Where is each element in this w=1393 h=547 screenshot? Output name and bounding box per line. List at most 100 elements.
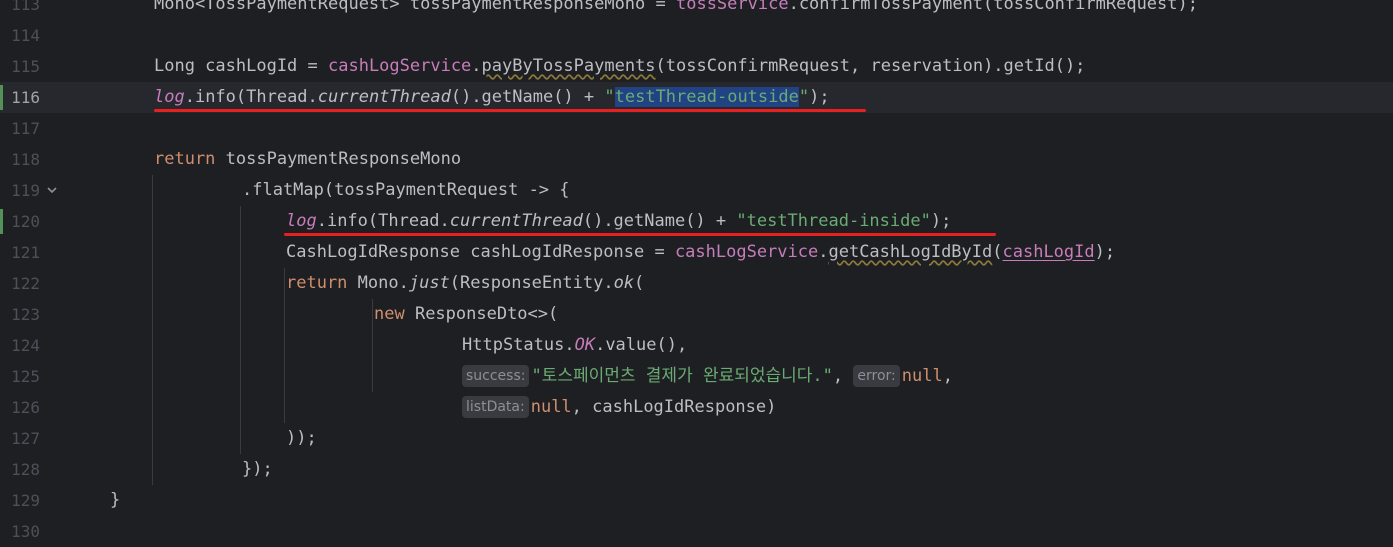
gutter[interactable]: 121 — [0, 237, 64, 268]
line-number: 122 — [11, 274, 40, 293]
gutter[interactable]: 115 — [0, 51, 64, 82]
code-line[interactable]: 130 — [0, 516, 1393, 547]
code-line[interactable]: 121 CashLogIdResponse cashLogIdResponse =… — [0, 237, 1393, 268]
code-token: HttpStatus. — [462, 335, 575, 355]
code-token: cashLogService — [674, 242, 819, 262]
code-token: cashLogService — [328, 56, 472, 76]
parameter-hint: listData: — [462, 396, 529, 418]
code-token: , — [832, 366, 854, 386]
code-token: ().getName() + — [450, 87, 605, 107]
gutter[interactable]: 122 — [0, 268, 64, 299]
code-token: "testThread-inside" — [736, 211, 931, 231]
line-number: 123 — [11, 305, 40, 324]
code-text: .flatMap(tossPaymentRequest -> { — [242, 175, 570, 206]
chevron-down-icon[interactable] — [44, 175, 60, 206]
code-line[interactable]: 127)); — [0, 423, 1393, 454]
line-number: 124 — [11, 336, 40, 355]
code-token: payByTossPayments — [481, 56, 656, 76]
code-token: null — [530, 397, 572, 417]
gutter[interactable]: 117 — [0, 113, 64, 144]
gutter[interactable]: 114 — [0, 20, 64, 51]
code-text: HttpStatus.OK.value(), — [462, 330, 687, 361]
code-line[interactable]: 128}); — [0, 454, 1393, 485]
line-number: 127 — [11, 429, 40, 448]
line-number: 125 — [11, 367, 40, 386]
code-token: ); — [1094, 242, 1116, 262]
line-number: 129 — [11, 491, 40, 510]
line-number: 120 — [11, 212, 40, 231]
code-token: ); — [809, 87, 830, 107]
code-token: (tossConfirmRequest, reservation).getId(… — [655, 56, 1086, 76]
code-line[interactable]: 118 return tossPaymentResponseMono — [0, 144, 1393, 175]
line-number: 113 — [11, 0, 40, 14]
code-line[interactable]: 123 new ResponseDto<>( — [0, 299, 1393, 330]
code-line[interactable]: 122 return Mono.just(ResponseEntity.ok( — [0, 268, 1393, 299]
code-text: new ResponseDto<>( — [374, 299, 558, 330]
code-token: .info(Thread. — [184, 87, 318, 107]
code-token: return — [286, 273, 348, 293]
code-text: }); — [242, 454, 273, 485]
code-line[interactable]: 125 success: "토스페이먼츠 결제가 완료되었습니다.", error:… — [0, 361, 1393, 392]
code-line[interactable]: 129} — [0, 485, 1393, 516]
code-line[interactable]: 117 — [0, 113, 1393, 144]
code-line[interactable]: 114 — [0, 20, 1393, 51]
gutter[interactable]: 124 — [0, 330, 64, 361]
code-token: cashLogId — [1002, 242, 1095, 262]
line-number: 121 — [11, 243, 40, 262]
code-token: just — [408, 273, 450, 293]
code-text: Mono<TossPaymentRequest> tossPaymentResp… — [154, 0, 1198, 20]
code-token: OK — [574, 335, 596, 355]
code-token: )); — [286, 428, 317, 448]
code-token: ( — [634, 273, 645, 293]
code-token: ( — [992, 242, 1003, 262]
code-token: . — [818, 242, 829, 262]
code-token: .confirmTossPayment(tossConfirmRequest); — [788, 0, 1198, 14]
code-line[interactable]: 115 Long cashLogId = cashLogService.payBy… — [0, 51, 1393, 82]
code-token: tossPaymentResponseMono — [215, 149, 462, 169]
code-line[interactable]: 119 .flatMap(tossPaymentRequest -> { — [0, 175, 1393, 206]
code-token: " — [798, 87, 810, 107]
parameter-hint: error: — [853, 365, 900, 387]
code-token: ().getName() + — [582, 211, 737, 231]
gutter[interactable]: 129 — [0, 485, 64, 516]
code-line[interactable]: 126 listData: null, cashLogIdResponse) — [0, 392, 1393, 423]
gutter[interactable]: 127 — [0, 423, 64, 454]
gutter[interactable]: 130 — [0, 516, 64, 547]
gutter[interactable]: 125 — [0, 361, 64, 392]
gutter[interactable]: 118 — [0, 144, 64, 175]
parameter-hint: success: — [462, 365, 530, 387]
code-text: Long cashLogId = cashLogService.payByTos… — [154, 51, 1085, 82]
line-number: 119 — [11, 181, 40, 200]
code-token: .flatMap(tossPaymentRequest -> { — [242, 180, 570, 200]
line-number: 116 — [11, 88, 40, 107]
gutter[interactable]: 126 — [0, 392, 64, 423]
line-number: 114 — [11, 26, 40, 45]
code-token: .value(), — [595, 335, 688, 355]
code-token: CashLogIdResponse cashLogIdResponse = — [286, 242, 675, 262]
code-token: currentThread — [317, 87, 451, 107]
code-token: (ResponseEntity. — [449, 273, 614, 293]
code-line[interactable]: 113 Mono<TossPaymentRequest> tossPaymentR… — [0, 0, 1393, 20]
code-line[interactable]: 124 HttpStatus.OK.value(), — [0, 330, 1393, 361]
code-token: log — [286, 211, 317, 231]
code-token: Mono. — [347, 273, 409, 293]
line-number: 115 — [11, 57, 40, 76]
gutter[interactable]: 113 — [0, 0, 64, 20]
code-token: tossService — [675, 0, 789, 14]
code-token: getCashLogIdById — [828, 242, 993, 262]
gutter[interactable]: 123 — [0, 299, 64, 330]
code-text: listData: null, cashLogIdResponse) — [462, 392, 776, 423]
code-token: , — [942, 366, 953, 386]
code-editor[interactable]: 113 Mono<TossPaymentRequest> tossPaymentR… — [0, 0, 1393, 547]
code-text: return tossPaymentResponseMono — [154, 144, 461, 175]
gutter[interactable]: 116 — [0, 82, 64, 113]
gutter[interactable]: 119 — [0, 175, 64, 206]
gutter[interactable]: 128 — [0, 454, 64, 485]
code-token: Mono<TossPaymentRequest> tossPaymentResp… — [154, 0, 676, 14]
gutter[interactable]: 120 — [0, 206, 64, 237]
code-token: ResponseDto<>( — [404, 304, 559, 324]
code-text: return Mono.just(ResponseEntity.ok( — [286, 268, 644, 299]
code-text: )); — [286, 423, 317, 454]
code-token: .info(Thread. — [316, 211, 450, 231]
code-token: log — [154, 87, 185, 107]
